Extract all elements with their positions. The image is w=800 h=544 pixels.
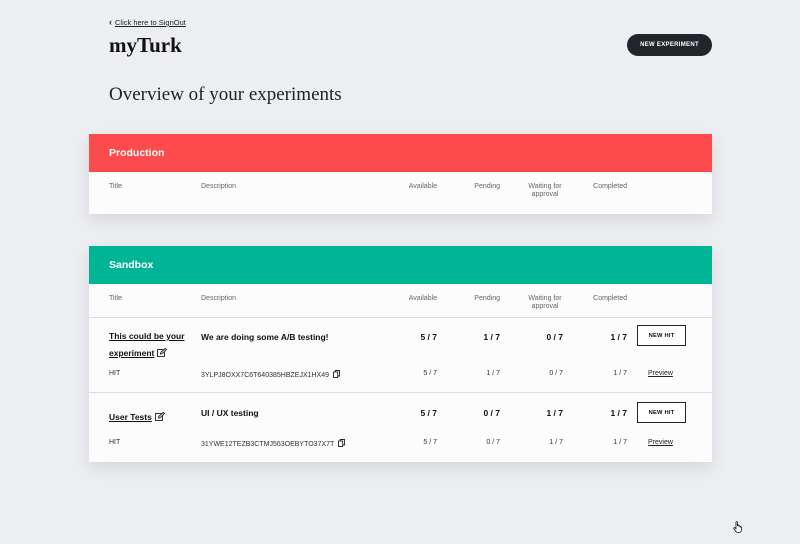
hit-pending: 0 / 7: [486, 439, 500, 446]
hit-id: 31YWE12TEZB3CTMJ563OEBYTO37X7T: [201, 441, 335, 448]
sandbox-panel: Sandbox Title Description Available Pend…: [89, 246, 712, 462]
experiment-title[interactable]: This could be your experiment: [109, 330, 185, 362]
col-description: Description: [201, 183, 237, 190]
experiment-title[interactable]: User Tests: [109, 407, 165, 426]
waiting-value: 0 / 7: [546, 332, 563, 342]
completed-value: 1 / 7: [610, 332, 627, 342]
waiting-value: 1 / 7: [546, 408, 563, 418]
hit-available: 5 / 7: [423, 439, 437, 446]
divider: [89, 317, 712, 318]
col-description: Description: [201, 295, 237, 302]
hit-completed: 1 / 7: [613, 370, 627, 377]
hit-id-row: 31YWE12TEZB3CTMJ563OEBYTO37X7T: [201, 439, 346, 449]
hit-pending: 1 / 7: [486, 370, 500, 377]
available-value: 5 / 7: [420, 408, 437, 418]
production-panel: Production Title Description Available P…: [89, 134, 712, 214]
col-waiting: Waiting for approval: [528, 295, 562, 310]
completed-value: 1 / 7: [610, 408, 627, 418]
divider: [89, 392, 712, 393]
copy-icon[interactable]: [333, 370, 340, 380]
experiment-description: UI / UX testing: [201, 408, 259, 418]
col-pending: Pending: [474, 183, 500, 190]
chevron-left-icon: ‹: [109, 17, 112, 27]
col-title: Title: [109, 295, 122, 302]
preview-link[interactable]: Preview: [648, 370, 673, 377]
sandbox-header: Sandbox: [89, 246, 712, 284]
col-available: Available: [408, 295, 437, 302]
page-title: Overview of your experiments: [109, 84, 342, 105]
col-title: Title: [109, 183, 122, 190]
new-hit-button[interactable]: NEW HIT: [637, 402, 686, 423]
new-hit-button[interactable]: NEW HIT: [637, 325, 686, 346]
col-available: Available: [408, 183, 437, 190]
copy-icon[interactable]: [338, 439, 346, 449]
experiment-description: We are doing some A/B testing!: [201, 332, 329, 342]
col-waiting: Waiting for approval: [528, 183, 562, 198]
hit-id: 3YLPJ8OXX7C6T640385HBZEJX1HX49: [201, 372, 330, 379]
hit-completed: 1 / 7: [613, 439, 627, 446]
signout-link[interactable]: ‹ Click here to SignOut: [109, 17, 186, 28]
pending-value: 0 / 7: [483, 408, 500, 418]
preview-link[interactable]: Preview: [648, 439, 673, 446]
hit-label: HIT: [109, 439, 121, 446]
hit-label: HIT: [109, 370, 121, 377]
edit-icon[interactable]: [154, 408, 165, 426]
hit-available: 5 / 7: [423, 370, 437, 377]
pending-value: 1 / 7: [483, 332, 500, 342]
edit-icon[interactable]: [157, 344, 168, 362]
available-value: 5 / 7: [420, 332, 437, 342]
hit-waiting: 0 / 7: [549, 370, 563, 377]
col-completed: Completed: [593, 183, 627, 190]
signout-label[interactable]: Click here to SignOut: [115, 18, 186, 27]
hit-waiting: 1 / 7: [549, 439, 563, 446]
col-completed: Completed: [593, 295, 627, 302]
new-experiment-button[interactable]: NEW EXPERIMENT: [627, 34, 712, 56]
hit-id-row: 3YLPJ8OXX7C6T640385HBZEJX1HX49: [201, 370, 340, 380]
brand-logo: myTurk: [109, 33, 182, 57]
hand-cursor-icon: [733, 520, 743, 538]
col-pending: Pending: [474, 295, 500, 302]
production-header: Production: [89, 134, 712, 172]
